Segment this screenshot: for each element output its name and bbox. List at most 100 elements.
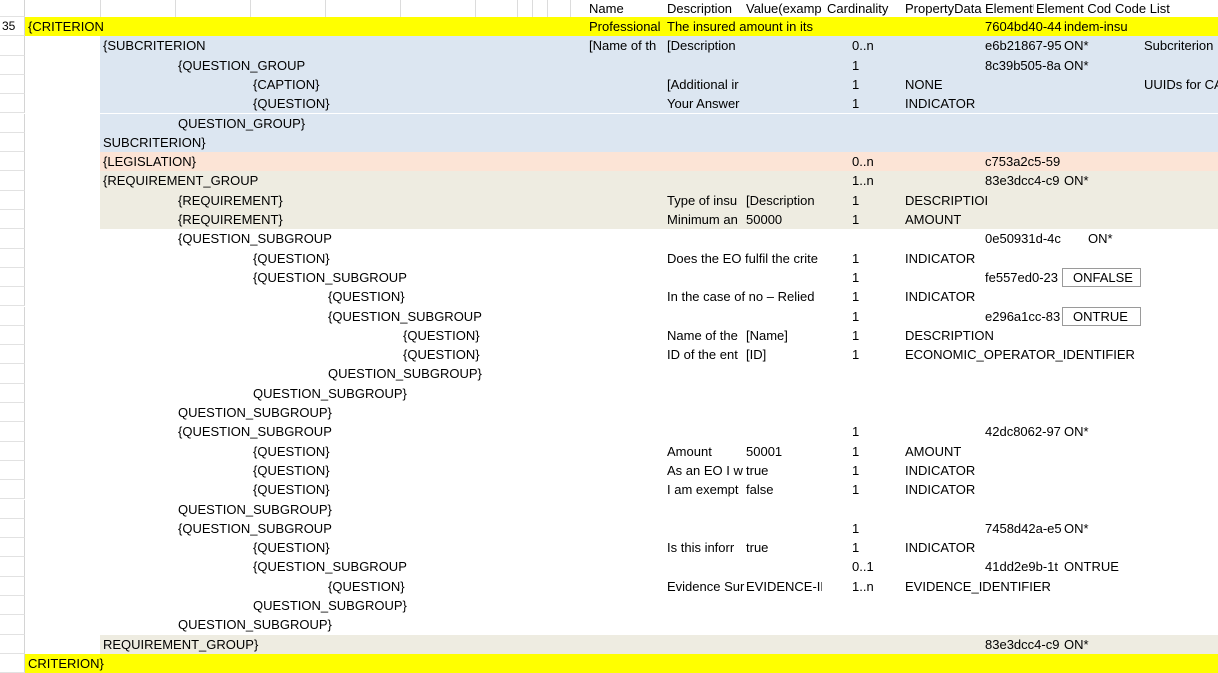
row-number[interactable] — [0, 94, 25, 114]
cardinality-cell[interactable] — [852, 635, 902, 654]
cardinality-cell[interactable]: 1 — [852, 268, 902, 287]
uuid-cell[interactable] — [985, 442, 1062, 461]
code-list-cell[interactable] — [1144, 133, 1218, 152]
code-list-cell[interactable] — [1144, 210, 1218, 229]
table-row[interactable]: {QUESTION_SUBGROUP 1 7458d42a-e5 ON* — [0, 518, 1218, 539]
row-number[interactable] — [0, 345, 25, 365]
value-cell[interactable]: false — [746, 480, 822, 499]
element-cell[interactable]: CRITERION} — [28, 654, 560, 673]
name-cell[interactable] — [589, 442, 665, 461]
uuid-cell[interactable] — [985, 384, 1062, 403]
cardinality-cell[interactable]: 1 — [852, 210, 902, 229]
table-row[interactable]: {QUESTION_GROUP 1 8c39b505-8a ON* — [0, 55, 1218, 75]
name-cell[interactable] — [589, 538, 665, 557]
element-code-cell[interactable] — [1064, 403, 1139, 422]
value-cell[interactable]: [Name] — [746, 326, 822, 345]
cardinality-cell[interactable]: 1 — [852, 75, 902, 94]
element-cell[interactable]: QUESTION_SUBGROUP} — [178, 615, 560, 634]
cardinality-cell[interactable]: 0..n — [852, 152, 902, 171]
cardinality-cell[interactable]: 0..n — [852, 36, 902, 55]
code-list-cell[interactable] — [1144, 326, 1218, 345]
table-row[interactable]: {REQUIREMENT} Minimum an 50000 1 AMOUNT — [0, 210, 1218, 230]
value-cell[interactable] — [746, 422, 822, 441]
cardinality-cell[interactable]: 1 — [852, 287, 902, 306]
row-number[interactable] — [0, 615, 25, 635]
name-cell[interactable] — [589, 403, 665, 422]
uuid-cell[interactable] — [985, 654, 1062, 673]
element-code-cell[interactable] — [1064, 133, 1139, 152]
uuid-cell[interactable]: c753a2c5-59 — [985, 152, 1062, 171]
table-row[interactable]: {QUESTION} ID of the ent [ID] 1 ECONOMIC_OPE… — [0, 345, 1218, 365]
cardinality-cell[interactable] — [852, 229, 902, 248]
name-cell[interactable] — [589, 654, 665, 673]
header-description[interactable]: Description — [667, 0, 744, 17]
element-cell[interactable]: {QUESTION} — [403, 345, 560, 364]
table-row[interactable]: {QUESTION_SUBGROUP 1 42dc8062-97 ON* — [0, 422, 1218, 442]
name-cell[interactable] — [589, 364, 665, 383]
element-code-cell[interactable] — [1064, 287, 1139, 306]
row-number[interactable] — [0, 74, 25, 95]
row-number[interactable] — [0, 596, 25, 616]
code-list-cell[interactable] — [1144, 422, 1218, 441]
name-cell[interactable] — [589, 615, 665, 634]
header-property[interactable]: PropertyData — [905, 0, 983, 17]
element-cell[interactable]: {CAPTION} — [253, 75, 560, 94]
uuid-cell[interactable]: e296a1cc-83 — [985, 307, 1062, 326]
value-cell[interactable] — [746, 307, 822, 326]
element-cell[interactable]: {QUESTION_SUBGROUP — [253, 268, 560, 287]
table-row[interactable]: CRITERION} — [0, 653, 1218, 673]
code-list-cell[interactable] — [1144, 538, 1218, 557]
row-number[interactable] — [0, 248, 25, 268]
element-cell[interactable]: {QUESTION_GROUP — [178, 56, 560, 75]
cardinality-cell[interactable]: 1 — [852, 519, 902, 538]
table-row[interactable]: {QUESTION} I am exempt false 1 INDICATOR — [0, 480, 1218, 500]
row-number[interactable] — [0, 210, 25, 230]
cardinality-cell[interactable]: 1 — [852, 56, 902, 75]
element-cell[interactable]: {QUESTION_SUBGROUP — [178, 422, 560, 441]
row-number[interactable] — [0, 325, 25, 346]
row-number[interactable] — [0, 287, 25, 307]
cardinality-cell[interactable]: 1 — [852, 94, 902, 113]
name-cell[interactable] — [589, 557, 665, 576]
name-cell[interactable] — [589, 287, 665, 306]
element-code-cell[interactable] — [1064, 577, 1139, 596]
uuid-cell[interactable]: 83e3dcc4-c9 — [985, 635, 1062, 654]
name-cell[interactable] — [589, 249, 665, 268]
element-cell[interactable]: {QUESTION} — [253, 480, 560, 499]
value-cell[interactable]: [Description — [746, 191, 822, 210]
code-list-cell[interactable] — [1144, 654, 1218, 673]
value-cell[interactable]: [ID] — [746, 345, 822, 364]
name-cell[interactable] — [589, 171, 665, 190]
element-cell[interactable]: {QUESTION} — [328, 577, 560, 596]
name-cell[interactable] — [589, 635, 665, 654]
cardinality-cell[interactable] — [852, 384, 902, 403]
element-cell[interactable]: QUESTION_SUBGROUP} — [178, 403, 560, 422]
element-code-cell[interactable]: indem-insu — [1064, 17, 1139, 36]
row-number[interactable] — [0, 364, 25, 384]
uuid-cell[interactable]: 41dd2e9b-1t — [985, 557, 1062, 576]
cardinality-cell[interactable] — [852, 615, 902, 634]
name-cell[interactable]: Professional — [589, 17, 665, 36]
header-code-list[interactable]: Code List — [1115, 0, 1218, 17]
cardinality-cell[interactable]: 1 — [852, 326, 902, 345]
element-cell[interactable]: {QUESTION_SUBGROUP — [253, 557, 560, 576]
value-cell[interactable] — [746, 229, 822, 248]
element-code-cell[interactable]: ONTRUE — [1062, 306, 1141, 326]
table-row[interactable]: {QUESTION_SUBGROUP 0e50931d-4c ON* — [0, 229, 1218, 249]
row-number[interactable] — [0, 190, 25, 210]
table-row[interactable]: {QUESTION} Does the EO fulfil the crite 1 I… — [0, 248, 1218, 268]
table-row[interactable]: QUESTION_SUBGROUP} — [0, 596, 1218, 616]
name-cell[interactable] — [589, 461, 665, 480]
table-row[interactable]: {LEGISLATION} 0..n c753a2c5-59 — [0, 152, 1218, 172]
name-cell[interactable] — [589, 384, 665, 403]
name-cell[interactable] — [589, 94, 665, 113]
name-cell[interactable]: [Name of th — [589, 36, 665, 55]
value-cell[interactable] — [746, 519, 822, 538]
uuid-cell[interactable] — [985, 403, 1062, 422]
table-row[interactable]: 35 {CRITERION Professional The insured amou… — [0, 17, 1218, 37]
element-code-cell[interactable] — [1064, 480, 1139, 499]
element-cell[interactable]: {REQUIREMENT} — [178, 210, 560, 229]
element-code-cell[interactable] — [1064, 152, 1139, 171]
name-cell[interactable] — [589, 500, 665, 519]
code-list-cell[interactable]: UUIDs for CA — [1144, 75, 1218, 94]
